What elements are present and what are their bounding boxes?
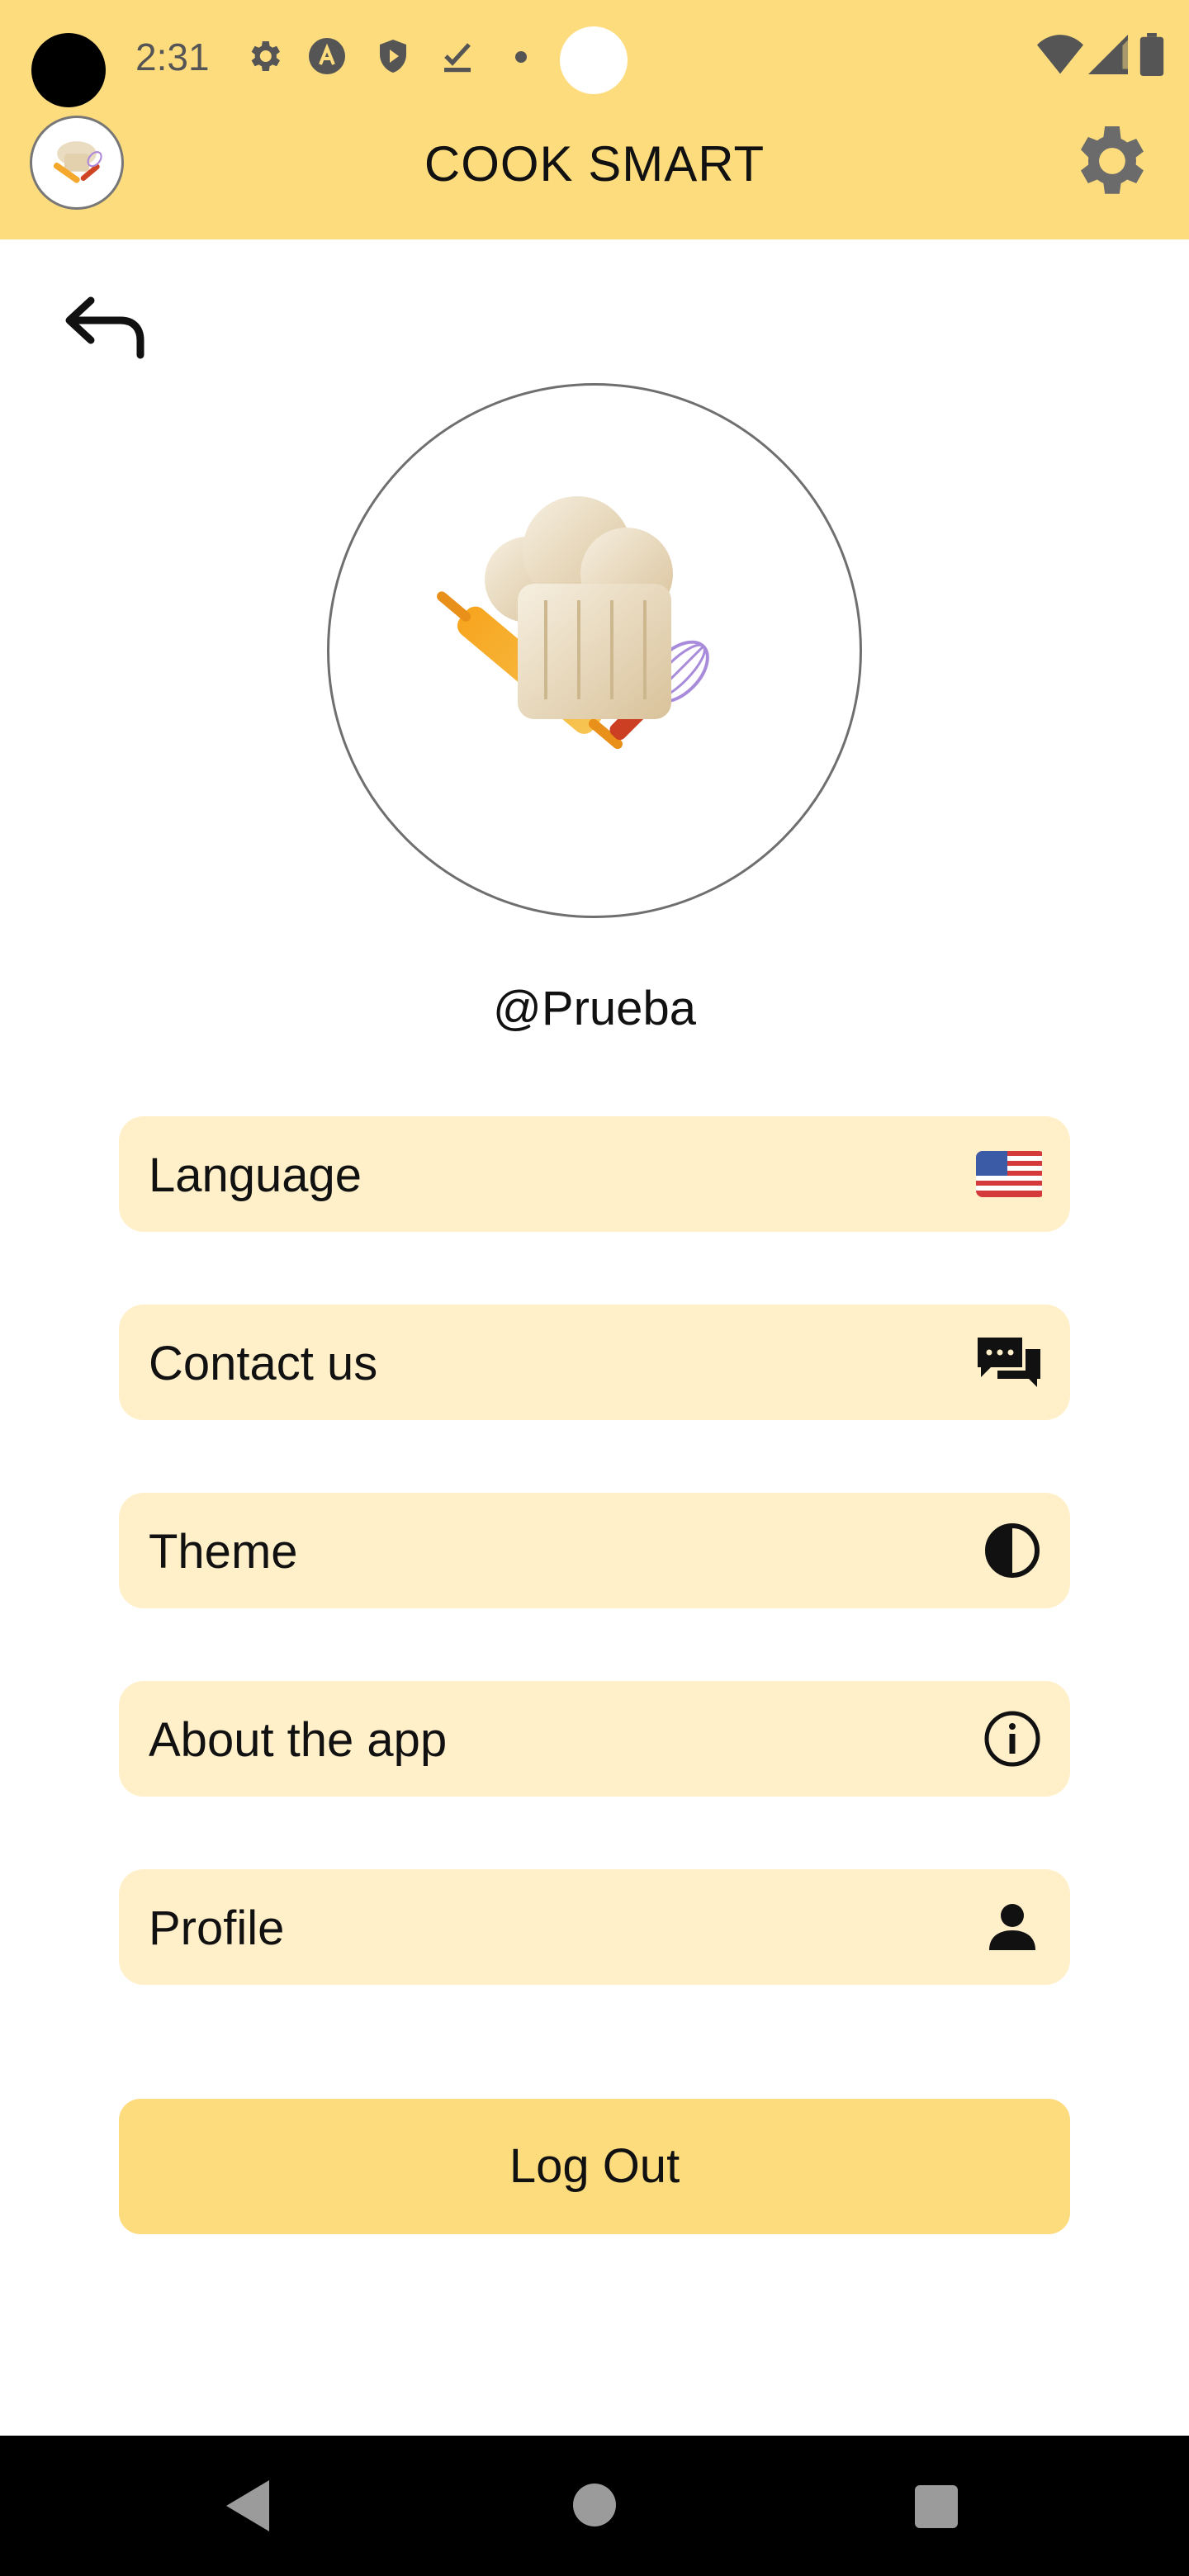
menu-item-label: Language xyxy=(149,1148,362,1202)
info-icon xyxy=(984,1711,1040,1767)
dot-icon xyxy=(515,51,527,63)
nav-back-icon[interactable] xyxy=(221,2477,274,2535)
chef-hat-avatar-icon xyxy=(437,496,709,750)
menu-item-profile[interactable]: Profile xyxy=(119,1869,1070,1985)
status-bar: 2:31 xyxy=(0,0,1189,116)
reply-arrow-icon xyxy=(65,296,144,359)
menu-item-language[interactable]: Language xyxy=(119,1116,1070,1232)
app-bar: COOK SMART xyxy=(0,116,1189,239)
wifi-icon xyxy=(1037,35,1083,74)
status-circle-indicator xyxy=(560,26,628,94)
nav-recents-button[interactable] xyxy=(915,2485,958,2528)
settings-icon xyxy=(251,41,280,71)
check-download-icon xyxy=(444,43,471,73)
menu-item-theme[interactable]: Theme xyxy=(119,1493,1070,1608)
menu-item-label: Theme xyxy=(149,1525,298,1579)
battery-icon xyxy=(1139,33,1164,76)
us-flag-icon xyxy=(976,1151,1042,1197)
nav-home-button[interactable] xyxy=(573,2484,616,2526)
back-button[interactable] xyxy=(61,289,152,363)
username: @Prueba xyxy=(493,982,696,1035)
a-icon xyxy=(309,38,345,74)
shield-play-icon xyxy=(380,40,406,73)
camera-cutout xyxy=(31,33,106,107)
system-nav-bar xyxy=(0,2436,1189,2576)
header-block: 2:31 COOK SMART xyxy=(0,0,1189,239)
settings-button[interactable] xyxy=(1065,117,1153,205)
signal-icon xyxy=(1088,35,1128,74)
menu-item-label: About the app xyxy=(149,1713,448,1767)
menu-item-label: Profile xyxy=(149,1901,285,1955)
menu-item-contact[interactable]: Contact us xyxy=(119,1305,1070,1420)
contrast-icon xyxy=(985,1523,1040,1578)
menu-item-label: Contact us xyxy=(149,1337,378,1390)
menu-item-about[interactable]: About the app xyxy=(119,1681,1070,1797)
gear-icon xyxy=(1080,126,1144,194)
logout-label: Log Out xyxy=(509,2139,680,2193)
person-icon xyxy=(989,1904,1035,1950)
chat-bubbles-icon xyxy=(978,1338,1040,1387)
app-title: COOK SMART xyxy=(424,136,765,192)
logout-button[interactable]: Log Out xyxy=(119,2099,1070,2234)
avatar[interactable] xyxy=(327,383,862,918)
status-time: 2:31 xyxy=(135,36,210,78)
